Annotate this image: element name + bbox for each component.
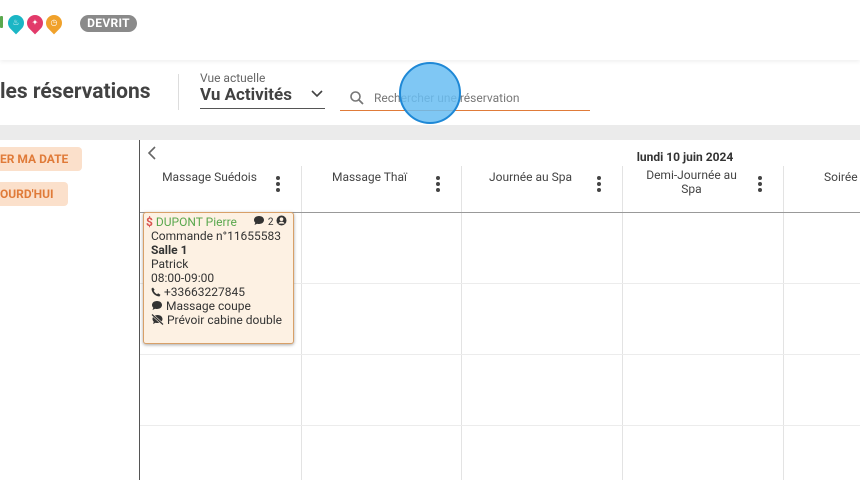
header-separator <box>622 166 623 212</box>
search-icon <box>349 90 365 106</box>
chevron-down-icon <box>311 87 323 102</box>
search-input[interactable] <box>374 89 584 107</box>
header-separator <box>783 166 784 212</box>
grid-row-line <box>140 354 860 355</box>
event-room: Salle 1 <box>151 243 188 257</box>
reservation-card[interactable]: $ DUPONT Pierre 2 Commande n°11655583 Sa… <box>143 212 294 344</box>
time-column-border <box>139 140 140 480</box>
choose-date-button[interactable]: ER MA DATE <box>0 147 83 171</box>
grid-column-line <box>622 213 623 480</box>
event-time: 08:00-09:00 <box>151 271 215 285</box>
comment-slash-icon <box>151 313 164 326</box>
top-bar: ♨ ✦ ◷ DEVRIT <box>0 0 860 60</box>
column-header-journee-spa: Journée au Spa <box>466 168 621 210</box>
logo: ♨ ✦ ◷ <box>0 10 70 40</box>
title-separator <box>178 74 179 110</box>
prev-day-icon[interactable] <box>147 146 157 164</box>
event-note2-line: Prévoir cabine double <box>151 313 282 327</box>
view-select[interactable]: Vu Activités <box>200 84 325 109</box>
event-order: Commande n°11655583 <box>151 229 282 243</box>
view-label: Vue actuelle <box>200 71 266 85</box>
event-note2: Prévoir cabine double <box>166 313 283 327</box>
comment-count: 2 <box>267 217 274 228</box>
column-name: Soirée <box>824 170 858 184</box>
event-icons: 2 <box>253 215 287 228</box>
column-header-soiree: Soirée <box>788 168 860 210</box>
header-separator <box>301 166 302 212</box>
event-staff: Patrick <box>151 257 189 271</box>
event-note1: Massage coupe <box>165 299 251 313</box>
grid-column-line <box>301 213 302 480</box>
event-client-name: DUPONT Pierre <box>155 215 237 229</box>
env-badge: DEVRIT <box>80 15 137 32</box>
date-header: lundi 10 juin 2024 <box>636 150 734 164</box>
column-menu-icon[interactable] <box>758 176 762 194</box>
comment-icon <box>152 301 162 310</box>
grid-column-line <box>783 213 784 480</box>
toolbar-divider <box>0 125 860 140</box>
page-title: les réservations <box>0 80 151 104</box>
user-icon <box>276 215 287 226</box>
column-menu-icon[interactable] <box>436 176 440 194</box>
event-note1-line: Massage coupe <box>151 299 251 313</box>
column-header-massage-thai: Massage Thaï <box>305 168 460 210</box>
comment-icon <box>254 216 265 225</box>
event-client-line: $ DUPONT Pierre <box>146 215 237 229</box>
column-name: Journée au Spa <box>489 170 572 184</box>
logo-fragment-icon <box>0 16 3 28</box>
event-phone: +33663227845 <box>163 285 245 299</box>
dollar-icon: $ <box>146 215 153 229</box>
header-separator <box>461 166 462 212</box>
column-header-massage-suedois: Massage Suédois <box>145 168 300 210</box>
grid-row-line <box>140 425 860 426</box>
today-button[interactable]: OURD'HUI <box>0 182 68 206</box>
column-name: Demi-Journée au Spa <box>646 168 737 196</box>
column-menu-icon[interactable] <box>597 176 601 194</box>
column-name: Massage Suédois <box>162 170 257 184</box>
column-header-demi-journee-spa: Demi-Journée au Spa <box>627 168 782 210</box>
spa-pin-icon: ♨ <box>4 11 28 35</box>
grid-column-line <box>461 213 462 480</box>
event-phone-line: +33663227845 <box>151 285 245 299</box>
view-select-value: Vu Activités <box>200 85 292 105</box>
calendar: ER MA DATE OURD'HUI lundi 10 juin 2024 M… <box>0 140 860 480</box>
activity-pin-icon: ✦ <box>23 11 47 35</box>
phone-icon <box>151 287 161 297</box>
search-bar <box>340 87 590 111</box>
column-name: Massage Thaï <box>331 170 408 184</box>
clock-pin-icon: ◷ <box>42 11 66 35</box>
column-menu-icon[interactable] <box>276 176 280 194</box>
